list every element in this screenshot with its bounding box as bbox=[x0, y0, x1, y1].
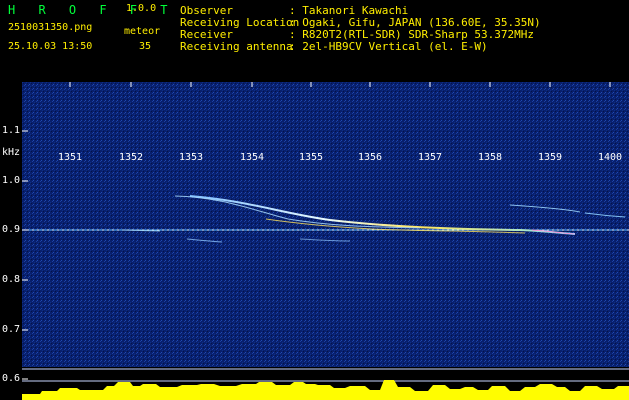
x-tick-1357: 1357 bbox=[417, 152, 443, 163]
x-tick-1355: 1355 bbox=[298, 152, 324, 163]
x-tick-1352: 1352 bbox=[118, 152, 144, 163]
khz-unit-label: kHz bbox=[2, 147, 21, 158]
observer-value: : Takanori Kawachi bbox=[289, 4, 409, 17]
version-label: 1.0.0 bbox=[126, 3, 157, 14]
timestamp-label: 25.10.03 13:50 bbox=[8, 41, 93, 52]
y-tick-0-6: 0.6 bbox=[2, 373, 21, 384]
hrofft-app: H R O F F T 1.0.0 2510031350.png meteor … bbox=[0, 0, 629, 400]
location-label: Receiving Location bbox=[180, 16, 300, 29]
filename-label: 2510031350.png bbox=[8, 22, 93, 33]
x-tick-1400: 1400 bbox=[597, 152, 623, 163]
x-tick-1356: 1356 bbox=[357, 152, 383, 163]
y-tick-0-9: 0.9 bbox=[2, 224, 21, 235]
antenna-label: Receiving antenna bbox=[180, 40, 293, 53]
header-panel: H R O F F T 1.0.0 2510031350.png meteor … bbox=[0, 0, 629, 73]
y-tick-1-1: 1.1 bbox=[2, 125, 21, 136]
y-tick-1-0: 1.0 bbox=[2, 175, 21, 186]
y-tick-0-7: 0.7 bbox=[2, 324, 21, 335]
x-tick-1358: 1358 bbox=[477, 152, 503, 163]
x-tick-1359: 1359 bbox=[537, 152, 563, 163]
meteor-label: meteor bbox=[124, 26, 161, 37]
x-tick-1354: 1354 bbox=[239, 152, 265, 163]
x-tick-1353: 1353 bbox=[178, 152, 204, 163]
receiver-value: : R820T2(RTL-SDR) SDR-Sharp 53.372MHz bbox=[289, 28, 535, 41]
receiver-label: Receiver bbox=[180, 28, 233, 41]
location-value: : Ogaki, Gifu, JAPAN (136.60E, 35.35N) bbox=[289, 16, 541, 29]
x-tick-1351: 1351 bbox=[57, 152, 83, 163]
observer-label: Observer bbox=[180, 4, 233, 17]
spectrogram-panel: kHz 1351 1352 1353 1354 1355 1356 1357 1… bbox=[0, 73, 629, 400]
antenna-value: : 2el-HB9CV Vertical (el. E-W) bbox=[289, 40, 488, 53]
meteor-count: 35 bbox=[139, 41, 152, 52]
spectrogram-background bbox=[22, 82, 629, 367]
spectrogram-svg bbox=[0, 82, 629, 400]
y-tick-0-8: 0.8 bbox=[2, 274, 21, 285]
